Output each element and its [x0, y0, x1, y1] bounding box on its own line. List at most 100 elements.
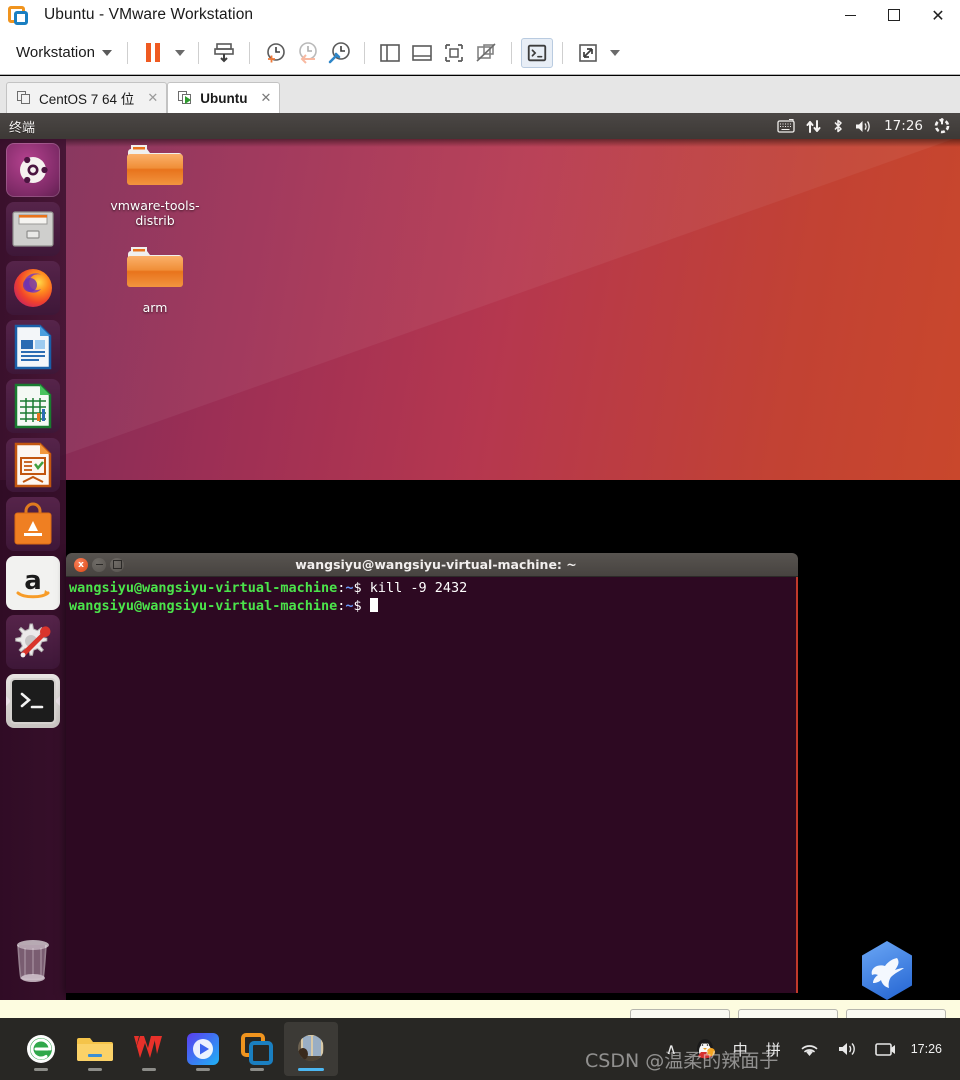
terminal-window[interactable]: x wangsiyu@wangsiyu-virtual-machine: ~ w… [66, 553, 798, 993]
amazon-icon: a [16, 566, 50, 599]
libreoffice-impress-icon [14, 442, 52, 488]
launcher-item-software[interactable] [6, 497, 60, 551]
fullscreen-button[interactable] [572, 38, 604, 68]
network-indicator-icon[interactable] [806, 119, 821, 134]
vm-running-icon [178, 91, 193, 105]
unity-mode-button[interactable] [520, 37, 553, 68]
vm-tab-label: Ubuntu [200, 90, 248, 106]
terminal-prompt-dollar: $ [353, 580, 362, 596]
thumbnail-bar-icon [445, 43, 463, 62]
taskbar-item-wps[interactable] [122, 1022, 176, 1076]
launcher-item-settings[interactable] [6, 615, 60, 669]
taskbar-item-video-player[interactable] [176, 1022, 230, 1076]
terminal-close-button[interactable]: x [74, 557, 88, 572]
windows-taskbar: ∧ 中 拼 17:26 [0, 1018, 960, 1080]
power-dropdown[interactable] [169, 38, 189, 68]
revert-snapshot-button [291, 38, 323, 68]
notification-icon[interactable] [866, 1018, 905, 1080]
send-keys-icon [214, 42, 234, 62]
minimize-button[interactable] [828, 0, 872, 31]
launcher-item-terminal[interactable] [6, 674, 60, 728]
taskbar-clock-time: 17:26 [910, 1041, 942, 1056]
bluetooth-indicator-icon[interactable] [832, 118, 844, 134]
show-sidebar-button[interactable] [374, 38, 406, 68]
show-thumbnails-button[interactable] [438, 38, 470, 68]
launcher-item-dash[interactable] [6, 143, 60, 197]
toolbar-separator [363, 41, 365, 64]
svg-text:a: a [24, 566, 42, 596]
fullscreen-dropdown[interactable] [604, 38, 624, 68]
terminal-titlebar[interactable]: x wangsiyu@wangsiyu-virtual-machine: ~ [66, 553, 798, 577]
toolbar-separator [561, 41, 563, 64]
volume-indicator-icon[interactable] [855, 119, 873, 134]
taskbar-running-underline [250, 1068, 264, 1071]
window-titlebar: Ubuntu - VMware Workstation ✕ [0, 0, 960, 31]
desktop-folder-label: vmware-tools-distrib [110, 198, 200, 228]
show-console-view-button[interactable] [406, 38, 438, 68]
background-dialog-strip[interactable] [0, 1000, 960, 1029]
terminal-body[interactable]: wangsiyu@wangsiyu-virtual-machine:~$ kil… [66, 577, 798, 993]
qq-tray-icon[interactable] [686, 1018, 724, 1080]
desktop-folder-arm[interactable]: arm [100, 243, 210, 315]
terminal-prompt-path: ~ [345, 597, 354, 614]
toolbar-separator [197, 41, 199, 64]
tray-overflow-button[interactable]: ∧ [657, 1018, 686, 1080]
taskbar-active-underline [298, 1068, 324, 1071]
system-tray: ∧ 中 拼 17:26 [657, 1018, 960, 1080]
close-icon[interactable]: ✕ [147, 91, 158, 106]
launcher-item-trash[interactable] [9, 934, 57, 986]
chevron-down-icon [609, 49, 620, 56]
folder-icon [127, 145, 183, 185]
toolbar-separator [248, 41, 250, 64]
vm-tab-ubuntu[interactable]: Ubuntu ✕ [167, 82, 281, 113]
volume-icon[interactable] [829, 1018, 866, 1080]
launcher-item-firefox[interactable] [6, 261, 60, 315]
desktop-folder-vmware-tools[interactable]: vmware-tools-distrib [100, 141, 210, 228]
snapshot-manager-button[interactable] [323, 38, 355, 68]
terminal-command [362, 598, 370, 614]
send-ctrl-alt-del-button[interactable] [208, 38, 240, 68]
panel-app-title[interactable]: 终端 [9, 117, 35, 136]
terminal-minimize-button[interactable] [92, 557, 106, 572]
close-icon[interactable]: ✕ [260, 91, 271, 106]
ime-mode-indicator[interactable]: 中 [724, 1018, 757, 1080]
vm-tab-label: CentOS 7 64 位 [39, 92, 135, 107]
taskbar-item-file-explorer[interactable] [68, 1022, 122, 1076]
system-settings-icon [15, 623, 51, 658]
files-cabinet-icon [12, 211, 54, 247]
guest-screen[interactable]: 终端 17:26 vmware-tools-distrib arm a x wa… [0, 113, 960, 1000]
bird-app-icon[interactable] [856, 939, 918, 1000]
taskbar-item-vmware[interactable] [230, 1022, 284, 1076]
trash-icon [17, 940, 49, 982]
folder-icon [77, 1038, 113, 1061]
suspend-button[interactable] [137, 38, 169, 68]
desktop-folder-label: arm [142, 300, 168, 315]
ime-pinyin-indicator[interactable]: 拼 [757, 1018, 790, 1080]
taskbar-item-window-thumb[interactable] [284, 1022, 338, 1076]
terminal-console-icon [527, 44, 547, 61]
hide-thumbnails-button[interactable] [470, 38, 502, 68]
thumbnail-bar-off-icon [476, 42, 496, 62]
taskbar-item-360-browser[interactable] [14, 1022, 68, 1076]
clock-indicator[interactable]: 17:26 [884, 118, 923, 134]
window-controls: ✕ [828, 0, 960, 31]
launcher-item-writer[interactable] [6, 320, 60, 374]
libreoffice-calc-icon [14, 383, 52, 429]
keyboard-indicator-icon[interactable] [777, 119, 795, 133]
vm-tab-centos[interactable]: CentOS 7 64 位 ✕ [6, 82, 168, 113]
toolbar-separator [510, 41, 512, 64]
launcher-item-amazon[interactable]: a [6, 556, 60, 610]
taskbar-clock[interactable]: 17:26 [905, 1018, 954, 1080]
terminal-maximize-button[interactable] [110, 557, 124, 572]
session-power-indicator-icon[interactable] [934, 118, 950, 134]
launcher-item-files[interactable] [6, 202, 60, 256]
launcher-item-impress[interactable] [6, 438, 60, 492]
launcher-item-calc[interactable] [6, 379, 60, 433]
wifi-icon[interactable] [790, 1018, 829, 1080]
workstation-menu-button[interactable]: Workstation [10, 41, 118, 64]
close-button[interactable]: ✕ [916, 0, 960, 31]
maximize-button[interactable] [872, 0, 916, 31]
terminal-prompt-user: wangsiyu@wangsiyu-virtual-machine [69, 597, 338, 614]
take-snapshot-button[interactable] [259, 38, 291, 68]
vm-tab-strip: CentOS 7 64 位 ✕ Ubuntu ✕ [0, 76, 960, 113]
